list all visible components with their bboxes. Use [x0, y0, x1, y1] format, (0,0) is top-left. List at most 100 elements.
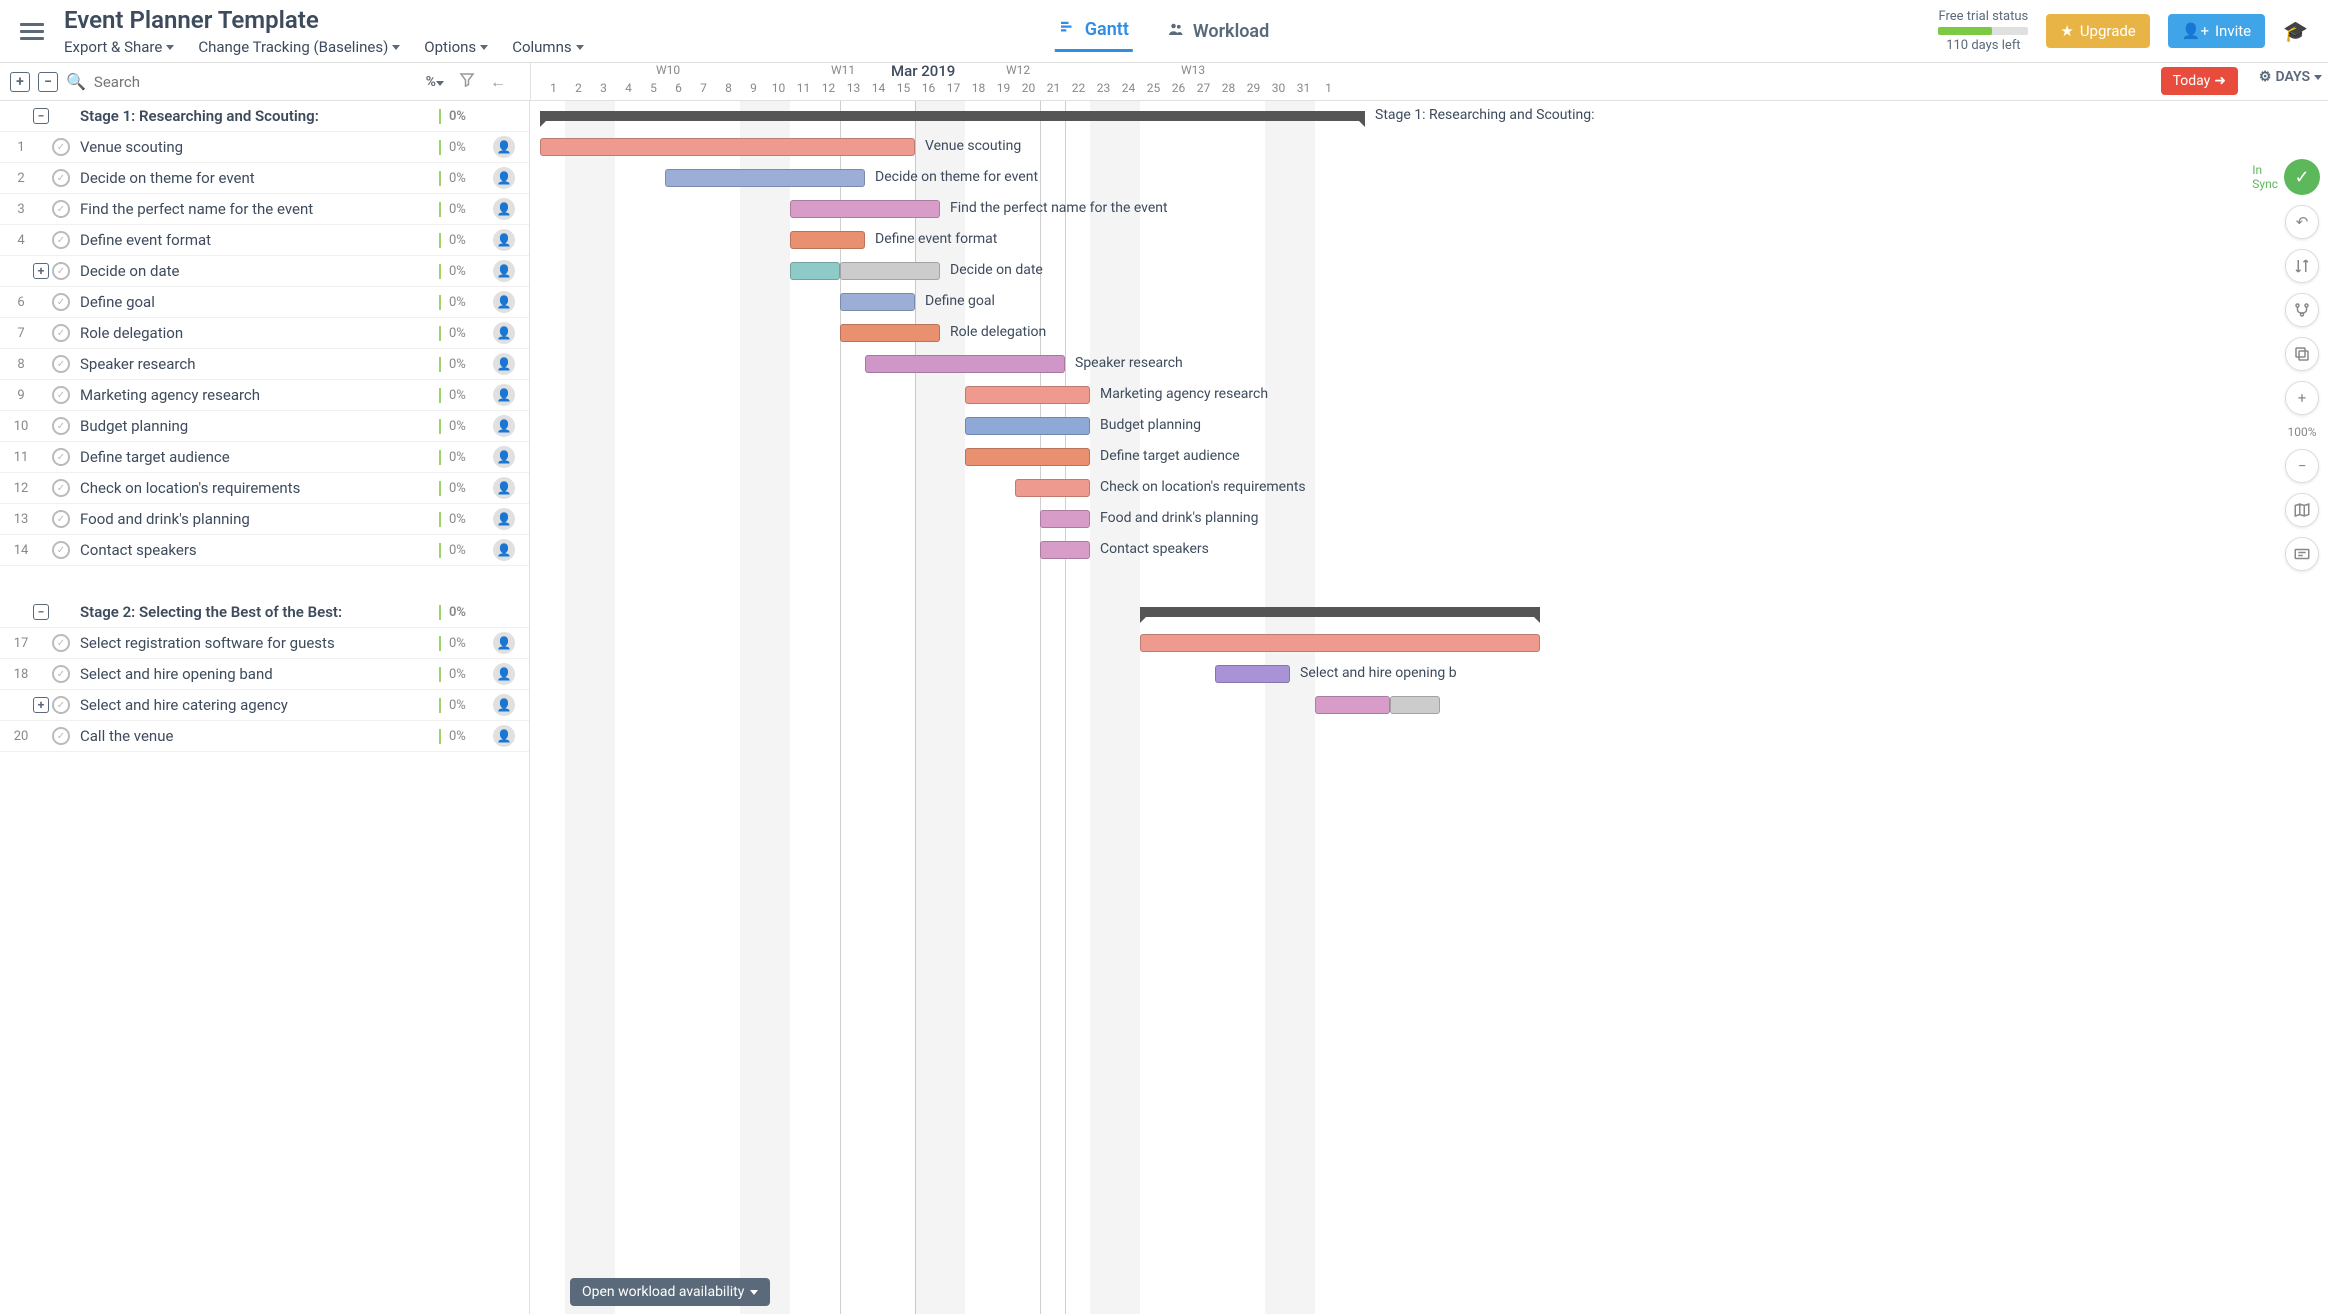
task-bar[interactable]: [865, 355, 1065, 373]
back-arrow-icon[interactable]: ←: [490, 72, 506, 92]
task-bar[interactable]: [965, 417, 1090, 435]
status-circle-icon[interactable]: [52, 665, 70, 683]
status-circle-icon[interactable]: [52, 200, 70, 218]
group-bar[interactable]: [1140, 607, 1540, 617]
assignee-icon[interactable]: 👤: [493, 415, 515, 437]
status-circle-icon[interactable]: [52, 169, 70, 187]
hamburger-menu-icon[interactable]: [20, 19, 44, 43]
task-row[interactable]: 4 Define event format 0% 👤: [0, 225, 529, 256]
filter-icon[interactable]: [458, 71, 476, 93]
copy-button[interactable]: [2285, 337, 2319, 371]
assignee-icon[interactable]: 👤: [493, 353, 515, 375]
task-bar[interactable]: [790, 231, 865, 249]
task-row[interactable]: + Decide on date 0% 👤: [0, 256, 529, 287]
task-bar[interactable]: [1215, 665, 1290, 683]
task-row[interactable]: 13 Food and drink's planning 0% 👤: [0, 504, 529, 535]
expand-icon[interactable]: +: [33, 697, 49, 713]
status-circle-icon[interactable]: [52, 355, 70, 373]
status-circle-icon[interactable]: [52, 479, 70, 497]
assignee-icon[interactable]: 👤: [493, 694, 515, 716]
task-row[interactable]: 7 Role delegation 0% 👤: [0, 318, 529, 349]
assignee-icon[interactable]: 👤: [493, 384, 515, 406]
search-input[interactable]: [94, 73, 418, 91]
status-circle-icon[interactable]: [52, 510, 70, 528]
expand-all-button[interactable]: +: [10, 72, 30, 92]
task-bar[interactable]: [790, 262, 840, 280]
task-bar-slack[interactable]: [1390, 696, 1440, 714]
assignee-icon[interactable]: 👤: [493, 446, 515, 468]
tab-gantt[interactable]: Gantt: [1055, 10, 1133, 52]
task-bar-slack[interactable]: [840, 262, 940, 280]
task-row[interactable]: 1 Venue scouting 0% 👤: [0, 132, 529, 163]
status-circle-icon[interactable]: [52, 231, 70, 249]
task-row[interactable]: 10 Budget planning 0% 👤: [0, 411, 529, 442]
task-row[interactable]: 6 Define goal 0% 👤: [0, 287, 529, 318]
status-circle-icon[interactable]: [52, 138, 70, 156]
task-bar[interactable]: [1315, 696, 1390, 714]
status-circle-icon[interactable]: [52, 262, 70, 280]
collapse-icon[interactable]: −: [33, 108, 49, 124]
status-circle-icon[interactable]: [52, 696, 70, 714]
sort-button[interactable]: [2285, 249, 2319, 283]
map-button[interactable]: [2285, 493, 2319, 527]
task-bar[interactable]: [1140, 634, 1540, 652]
task-bar[interactable]: [840, 293, 915, 311]
assignee-icon[interactable]: 👤: [493, 167, 515, 189]
task-row[interactable]: 8 Speaker research 0% 👤: [0, 349, 529, 380]
assignee-icon[interactable]: 👤: [493, 291, 515, 313]
status-circle-icon[interactable]: [52, 386, 70, 404]
collapse-icon[interactable]: −: [33, 604, 49, 620]
menu-item[interactable]: Change Tracking (Baselines): [198, 38, 400, 56]
assignee-icon[interactable]: 👤: [493, 632, 515, 654]
assignee-icon[interactable]: 👤: [493, 260, 515, 282]
task-row[interactable]: 17 Select registration software for gues…: [0, 628, 529, 659]
task-bar[interactable]: [1015, 479, 1090, 497]
assignee-icon[interactable]: 👤: [493, 198, 515, 220]
task-bar[interactable]: [790, 200, 940, 218]
task-bar[interactable]: [965, 386, 1090, 404]
task-row[interactable]: 18 Select and hire opening band 0% 👤: [0, 659, 529, 690]
status-circle-icon[interactable]: [52, 727, 70, 745]
task-row[interactable]: 3 Find the perfect name for the event 0%…: [0, 194, 529, 225]
task-bar[interactable]: [840, 324, 940, 342]
task-row[interactable]: 20 Call the venue 0% 👤: [0, 721, 529, 752]
status-circle-icon[interactable]: [52, 293, 70, 311]
task-row[interactable]: + Select and hire catering agency 0% 👤: [0, 690, 529, 721]
invite-button[interactable]: 👤+ Invite: [2168, 14, 2265, 48]
status-circle-icon[interactable]: [52, 541, 70, 559]
task-row[interactable]: 11 Define target audience 0% 👤: [0, 442, 529, 473]
percent-toggle[interactable]: %: [426, 74, 444, 90]
graduation-cap-icon[interactable]: 🎓: [2283, 19, 2308, 43]
collapse-all-button[interactable]: −: [38, 72, 58, 92]
card-view-button[interactable]: [2285, 537, 2319, 571]
task-row[interactable]: 12 Check on location's requirements 0% 👤: [0, 473, 529, 504]
gantt-chart[interactable]: Stage 1: Researching and Scouting:Venue …: [530, 101, 2328, 1314]
branch-button[interactable]: [2285, 293, 2319, 327]
group-row[interactable]: − Stage 2: Selecting the Best of the Bes…: [0, 597, 529, 628]
assignee-icon[interactable]: 👤: [493, 136, 515, 158]
task-bar[interactable]: [540, 138, 915, 156]
expand-icon[interactable]: +: [33, 263, 49, 279]
assignee-icon[interactable]: 👤: [493, 229, 515, 251]
zoom-out-button[interactable]: −: [2285, 449, 2319, 483]
task-bar[interactable]: [1040, 541, 1090, 559]
menu-item[interactable]: Export & Share: [64, 38, 174, 56]
task-row[interactable]: 14 Contact speakers 0% 👤: [0, 535, 529, 566]
status-circle-icon[interactable]: [52, 324, 70, 342]
task-row[interactable]: 9 Marketing agency research 0% 👤: [0, 380, 529, 411]
open-workload-button[interactable]: Open workload availability: [570, 1278, 770, 1306]
status-circle-icon[interactable]: [52, 448, 70, 466]
task-row[interactable]: 2 Decide on theme for event 0% 👤: [0, 163, 529, 194]
assignee-icon[interactable]: 👤: [493, 663, 515, 685]
assignee-icon[interactable]: 👤: [493, 539, 515, 561]
group-bar[interactable]: [540, 111, 1365, 121]
undo-button[interactable]: ↶: [2285, 205, 2319, 239]
group-row[interactable]: − Stage 1: Researching and Scouting: 0%: [0, 101, 529, 132]
status-circle-icon[interactable]: [52, 417, 70, 435]
zoom-in-button[interactable]: +: [2285, 381, 2319, 415]
status-circle-icon[interactable]: [52, 634, 70, 652]
assignee-icon[interactable]: 👤: [493, 508, 515, 530]
task-bar[interactable]: [965, 448, 1090, 466]
assignee-icon[interactable]: 👤: [493, 477, 515, 499]
menu-item[interactable]: Options: [424, 38, 488, 56]
